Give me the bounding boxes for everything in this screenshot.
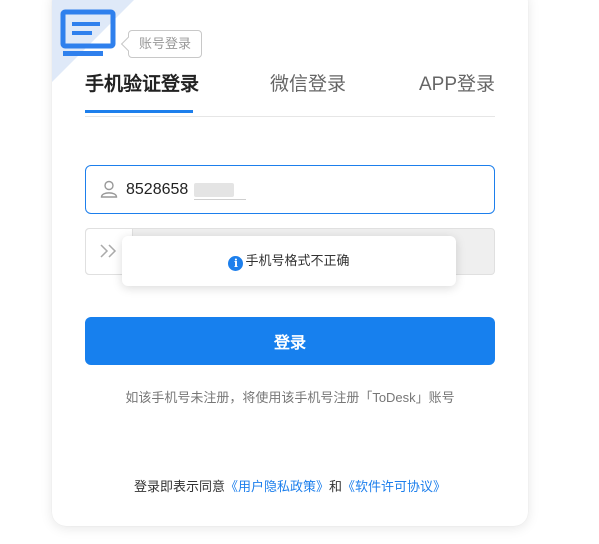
- login-card: 账号登录 手机验证登录 微信登录 APP登录 8528658 i 手机号格式不正确…: [52, 0, 528, 526]
- info-icon: i: [228, 256, 244, 271]
- user-icon: [100, 180, 118, 198]
- login-button[interactable]: 登录: [85, 317, 495, 365]
- document-lines-icon[interactable]: [60, 9, 118, 57]
- masked-digits: [194, 183, 234, 197]
- phone-input[interactable]: 8528658: [85, 165, 495, 214]
- active-tab-underline: [85, 110, 193, 113]
- double-chevron-right-icon: [100, 244, 117, 258]
- tab-app-login[interactable]: APP登录: [419, 72, 495, 98]
- license-agreement-link[interactable]: 《软件许可协议》: [342, 479, 446, 494]
- tab-wechat-login[interactable]: 微信登录: [270, 72, 346, 98]
- phone-input-value: 8528658: [126, 181, 189, 198]
- account-login-tip[interactable]: 账号登录: [128, 30, 203, 58]
- privacy-policy-link[interactable]: 《用户隐私政策》: [225, 479, 329, 494]
- text-cursor-line: [194, 199, 246, 200]
- error-toast: i 手机号格式不正确: [122, 236, 456, 286]
- tab-phone-login[interactable]: 手机验证登录: [85, 72, 199, 98]
- agreement-prefix: 登录即表示同意: [133, 479, 225, 494]
- register-hint: 如该手机号未注册，将使用该手机号注册「ToDesk」账号: [125, 390, 455, 405]
- agreement-text: 登录即表示同意《用户隐私政策》和《软件许可协议》: [52, 476, 528, 495]
- toast-message: 手机号格式不正确: [245, 253, 350, 268]
- agreement-and: 和: [329, 479, 343, 494]
- login-tabs: 手机验证登录 微信登录 APP登录: [85, 72, 495, 117]
